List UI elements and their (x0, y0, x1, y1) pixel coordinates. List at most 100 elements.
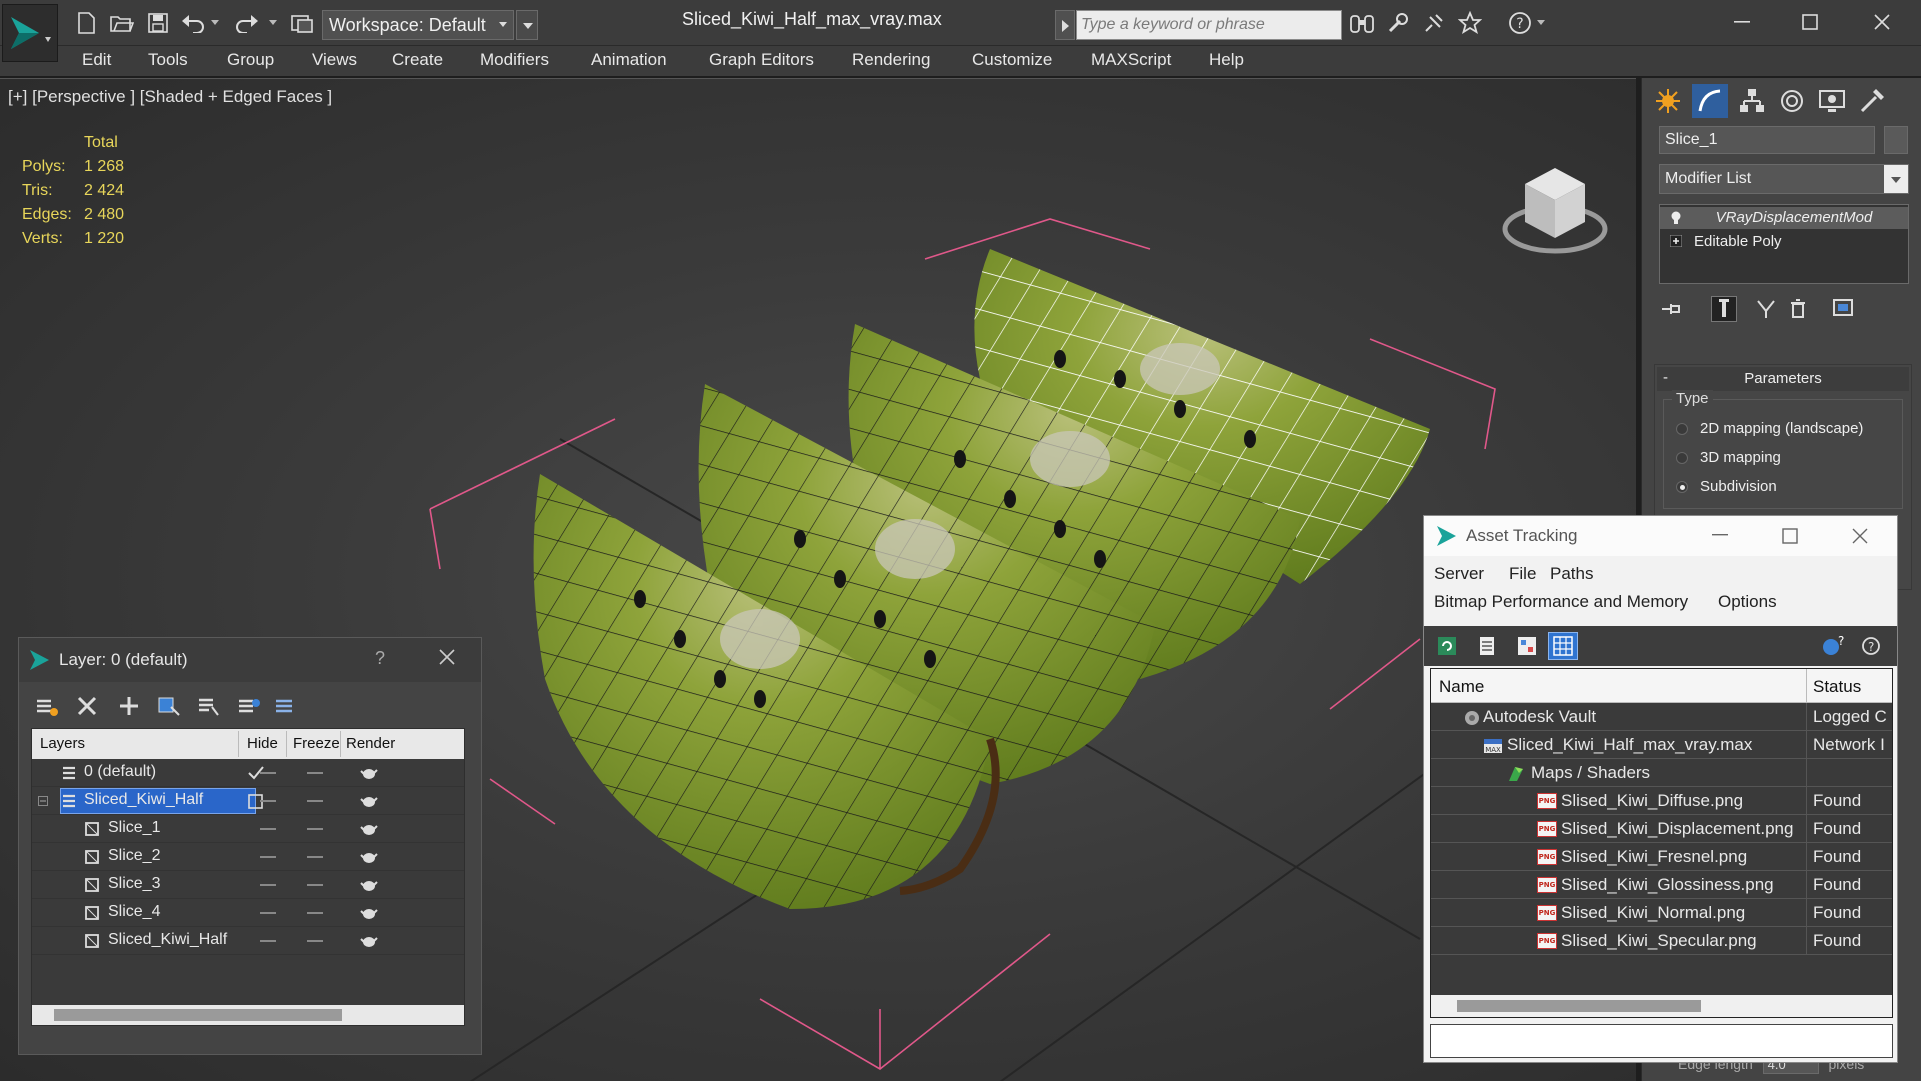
close-icon[interactable] (437, 647, 457, 667)
parameters-rollout-header[interactable]: - Parameters (1657, 367, 1909, 391)
search-input[interactable] (1076, 10, 1342, 40)
asset-row[interactable]: Maps / Shaders (1431, 759, 1892, 787)
hide-toggle[interactable] (260, 940, 276, 942)
menu-edit[interactable]: Edit (82, 50, 111, 70)
asset-row[interactable]: Autodesk Vault Logged C (1431, 703, 1892, 731)
select-objects-button[interactable] (155, 692, 183, 720)
radio-subdivision[interactable]: Subdivision (1676, 478, 1777, 495)
render-teapot-icon[interactable] (360, 766, 378, 780)
menu-server[interactable]: Server (1434, 564, 1484, 584)
minimize-icon[interactable] (1712, 534, 1728, 536)
new-file-button[interactable] (70, 8, 102, 38)
asset-row[interactable]: PNG Slised_Kiwi_Diffuse.png Found (1431, 787, 1892, 815)
render-teapot-icon[interactable] (360, 822, 378, 836)
asset-row[interactable]: PNG Slised_Kiwi_Specular.png Found (1431, 927, 1892, 955)
freeze-toggle[interactable] (307, 884, 323, 886)
table-view-button[interactable] (1548, 632, 1578, 660)
workspace-select[interactable]: Workspace: Default (322, 10, 514, 40)
menu-paths[interactable]: Paths (1550, 564, 1593, 584)
freeze-toggle[interactable] (307, 828, 323, 830)
context-help-button[interactable]: ? (1856, 632, 1886, 660)
scrollbar-thumb[interactable] (1457, 1000, 1701, 1012)
render-teapot-icon[interactable] (360, 794, 378, 808)
favorites-button[interactable] (1454, 8, 1486, 38)
tab-create[interactable] (1650, 84, 1686, 118)
remove-modifier-button[interactable] (1785, 296, 1811, 322)
help-button[interactable]: ? (1504, 8, 1536, 38)
undo-dropdown-button[interactable] (208, 8, 222, 38)
minimize-button[interactable] (1712, 4, 1772, 40)
object-row[interactable]: Slice_1 (32, 815, 464, 843)
render-teapot-icon[interactable] (360, 878, 378, 892)
asset-row[interactable]: MAX Sliced_Kiwi_Half_max_vray.max Networ… (1431, 731, 1892, 759)
hide-toggle[interactable] (260, 884, 276, 886)
menu-maxscript[interactable]: MAXScript (1091, 50, 1171, 70)
object-row[interactable]: Sliced_Kiwi_Half (32, 927, 464, 955)
hide-toggle[interactable] (260, 856, 276, 858)
save-button[interactable] (142, 8, 174, 38)
search-expand-button[interactable] (1055, 10, 1075, 40)
tab-display[interactable] (1814, 84, 1850, 118)
menu-rendering[interactable]: Rendering (852, 50, 930, 70)
object-row[interactable]: Slice_2 (32, 843, 464, 871)
close-icon[interactable] (1852, 528, 1868, 544)
column-header-render[interactable]: Render (346, 735, 395, 752)
make-unique-button[interactable] (1753, 296, 1779, 322)
asset-row[interactable]: PNG Slised_Kiwi_Normal.png Found (1431, 899, 1892, 927)
column-header-hide[interactable]: Hide (247, 735, 278, 752)
hide-toggle[interactable] (260, 912, 276, 914)
freeze-toggle[interactable] (307, 800, 323, 802)
delete-layer-button[interactable] (73, 692, 101, 720)
tab-utilities[interactable] (1854, 84, 1890, 118)
show-end-result-button[interactable] (1711, 296, 1737, 322)
close-button[interactable] (1852, 4, 1912, 40)
viewport-label[interactable]: [+] [Perspective ] [Shaded + Edged Faces… (8, 87, 332, 107)
hide-toggle[interactable] (260, 772, 276, 774)
set-current-layer-button[interactable] (235, 692, 263, 720)
modifier-list-select[interactable]: Modifier List (1659, 164, 1909, 194)
vault-help-button[interactable]: ? (1818, 632, 1848, 660)
column-header-status[interactable]: Status (1813, 677, 1861, 697)
binoculars-button[interactable] (1346, 8, 1378, 38)
tools-button[interactable] (1382, 8, 1414, 38)
radio-3d-mapping[interactable]: 3D mapping (1676, 449, 1781, 466)
render-teapot-icon[interactable] (360, 906, 378, 920)
asset-window-titlebar[interactable]: Asset Tracking (1424, 516, 1897, 556)
workspace-options-button[interactable] (516, 10, 538, 40)
pin-stack-button[interactable] (1659, 296, 1685, 322)
menu-views[interactable]: Views (312, 50, 357, 70)
menu-customize[interactable]: Customize (972, 50, 1052, 70)
hide-toggle[interactable] (260, 828, 276, 830)
menu-tools[interactable]: Tools (148, 50, 188, 70)
help-button[interactable]: ? (375, 648, 385, 669)
tab-modify[interactable] (1692, 84, 1728, 118)
undo-button[interactable] (178, 8, 210, 38)
tab-hierarchy[interactable] (1734, 84, 1770, 118)
asset-row[interactable]: PNG Slised_Kiwi_Glossiness.png Found (1431, 871, 1892, 899)
column-header-freeze[interactable]: Freeze (293, 735, 340, 752)
menu-create[interactable]: Create (392, 50, 443, 70)
menu-help[interactable]: Help (1209, 50, 1244, 70)
render-teapot-icon[interactable] (360, 934, 378, 948)
maximize-icon[interactable] (1782, 528, 1798, 544)
layer-row[interactable]: 0 (default) (32, 759, 464, 787)
create-layer-button[interactable] (33, 692, 61, 720)
hide-toggle[interactable] (260, 800, 276, 802)
open-file-button[interactable] (106, 8, 138, 38)
radio-2d-mapping[interactable]: 2D mapping (landscape) (1676, 420, 1863, 437)
menu-modifiers[interactable]: Modifiers (480, 50, 549, 70)
column-header-name[interactable]: Name (1439, 677, 1484, 697)
render-teapot-icon[interactable] (360, 850, 378, 864)
maximize-button[interactable] (1780, 4, 1840, 40)
menu-animation[interactable]: Animation (591, 50, 667, 70)
layer-window-titlebar[interactable]: Layer: 0 (default) ? (19, 638, 481, 682)
layer-row-selected[interactable]: Sliced_Kiwi_Half (32, 787, 464, 815)
stack-item-vray-displacement[interactable]: VRayDisplacementMod (1660, 207, 1908, 229)
project-folder-button[interactable] (286, 8, 318, 38)
scrollbar-thumb[interactable] (54, 1009, 342, 1021)
menu-group[interactable]: Group (227, 50, 274, 70)
communication-center-button[interactable] (1418, 8, 1450, 38)
menu-file[interactable]: File (1509, 564, 1536, 584)
asset-horizontal-scrollbar[interactable] (1431, 995, 1892, 1017)
thumbnail-view-button[interactable] (1512, 632, 1542, 660)
